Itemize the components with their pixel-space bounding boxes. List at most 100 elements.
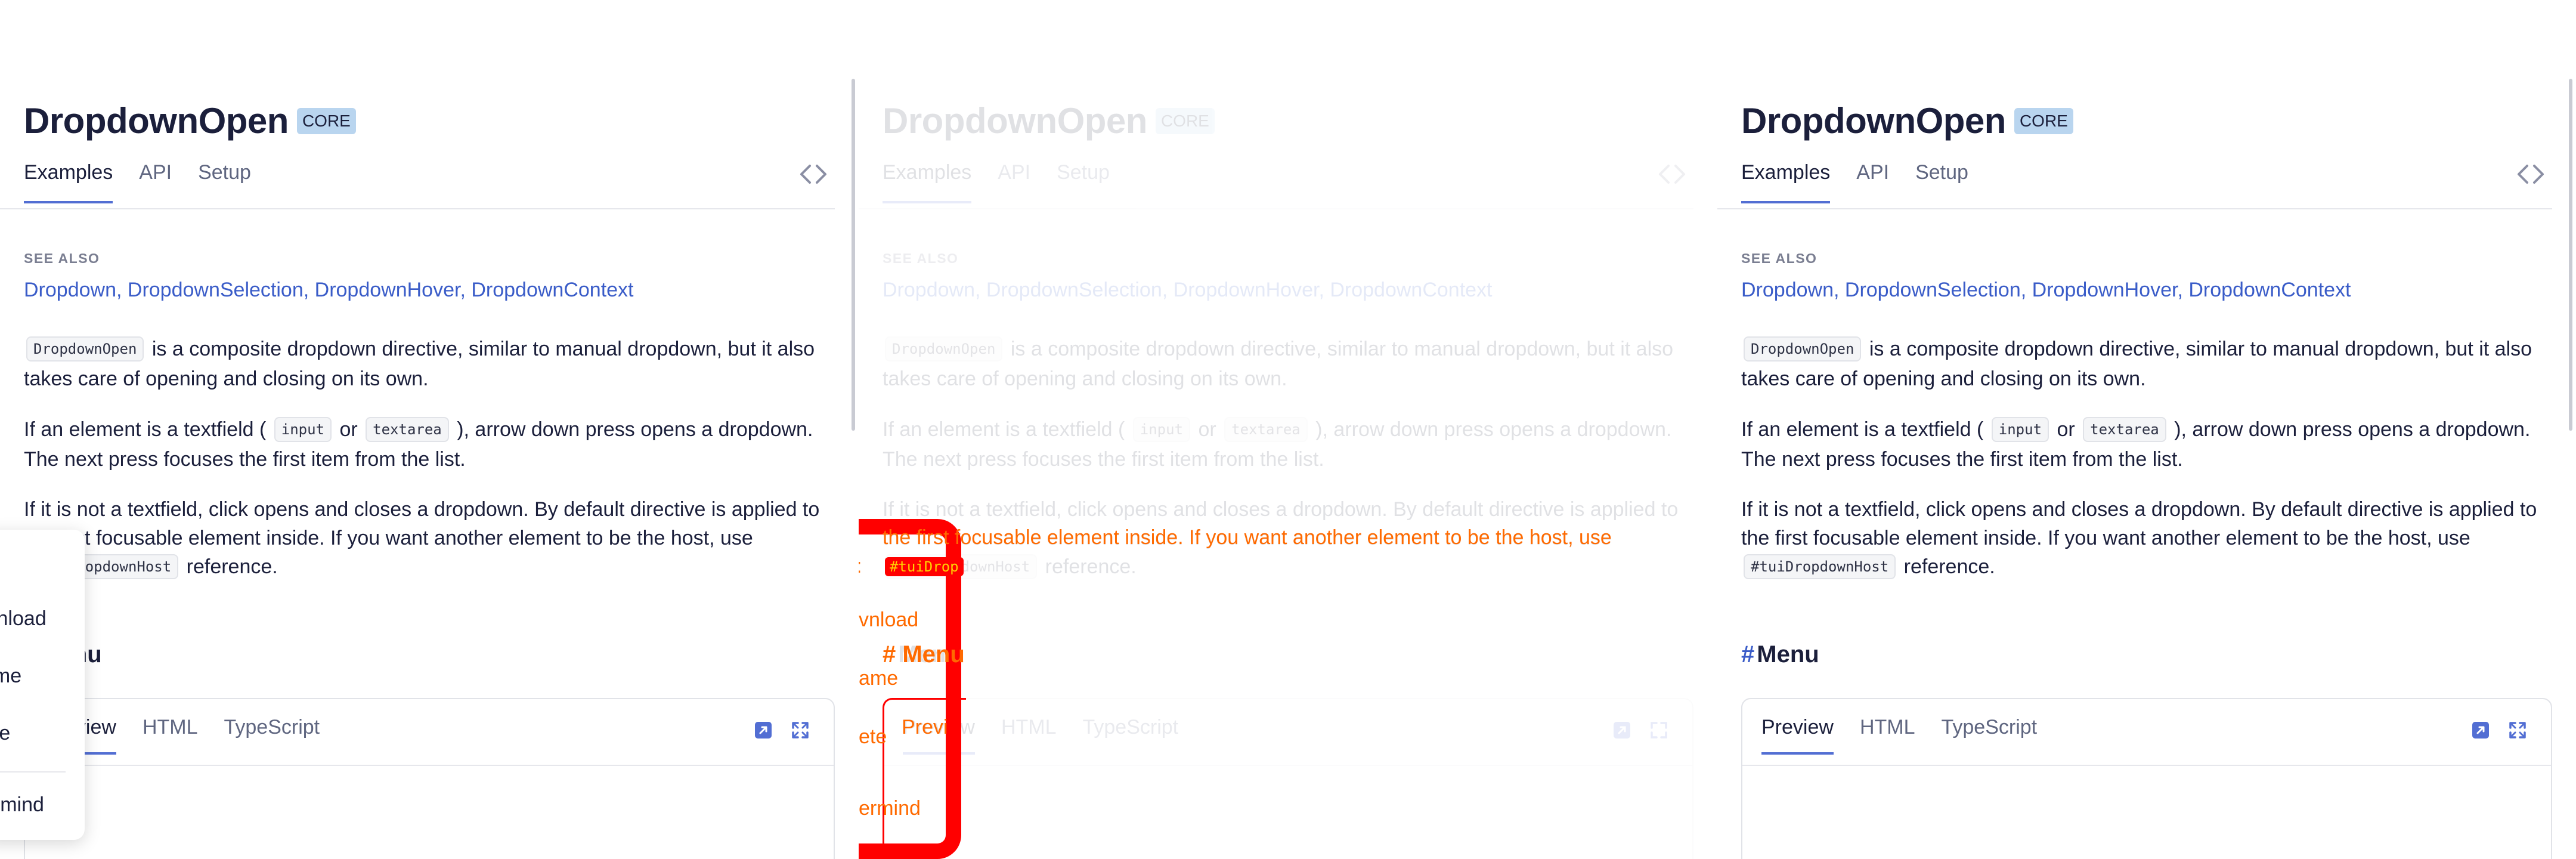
page-content: DropdownOpen CORE Examples API Setup SEE… <box>0 0 859 859</box>
title-row: DropdownOpen CORE <box>1741 100 2073 141</box>
paragraph-textfield: If an element is a textfield ( input or … <box>883 415 1693 474</box>
link-dropdown[interactable]: Dropdown <box>24 279 116 301</box>
tab-examples[interactable]: Examples <box>883 161 972 203</box>
core-badge: CORE <box>2014 107 2073 134</box>
paragraph-text: If an element is a textfield ( <box>883 418 1125 441</box>
tab-setup[interactable]: Setup <box>198 161 251 203</box>
code-dropdown-host: #tuiDropdownHost <box>885 554 1038 579</box>
link-dropdown-hover[interactable]: DropdownHover <box>315 279 460 301</box>
fullscreen-icon[interactable] <box>2508 721 2527 740</box>
panel-middle: DropdownOpen CORE Examples API Setup SEE… <box>859 0 1717 859</box>
link-dropdown-hover[interactable]: DropdownHover <box>2032 279 2178 301</box>
fullscreen-icon[interactable] <box>1649 721 1668 740</box>
link-dropdown[interactable]: Dropdown <box>1741 279 1834 301</box>
example-divider <box>1742 765 2551 766</box>
see-also-links: Dropdown, DropdownSelection, DropdownHov… <box>24 279 634 302</box>
example-divider <box>884 765 1692 766</box>
tabs-divider <box>0 208 835 209</box>
dropdown-item-remind[interactable]: ermind <box>0 793 44 817</box>
code-textarea: textarea <box>1224 417 1308 442</box>
tab-preview[interactable]: Preview <box>903 716 975 755</box>
example-card: Preview HTML TypeScript <box>883 698 1693 859</box>
see-also-label: SEE ALSO <box>883 251 959 266</box>
title-row: DropdownOpen CORE <box>883 100 1215 141</box>
tab-typescript[interactable]: TypeScript <box>1942 716 2038 755</box>
example-actions <box>754 721 810 740</box>
paragraph-text: or <box>2057 418 2075 441</box>
scrollbar-thumb[interactable] <box>2569 79 2572 431</box>
page-tabs: Examples API Setup <box>883 161 1136 203</box>
dropdown-item-delete[interactable]: ete <box>0 722 10 745</box>
core-badge: CORE <box>1155 107 1215 134</box>
tab-setup[interactable]: Setup <box>1057 161 1110 203</box>
tab-setup[interactable]: Setup <box>1915 161 1968 203</box>
code-input: input <box>1991 417 2049 442</box>
paragraph-text: If an element is a textfield ( <box>24 418 267 441</box>
page-content: DropdownOpen CORE Examples API Setup SEE… <box>859 0 1717 859</box>
page-title: DropdownOpen <box>883 101 1147 141</box>
page-tabs: Examples API Setup <box>24 161 277 203</box>
tab-typescript[interactable]: TypeScript <box>224 716 320 755</box>
link-separator: , <box>460 279 466 301</box>
scrollbar-thumb[interactable] <box>852 79 855 431</box>
link-dropdown-hover[interactable]: DropdownHover <box>1174 279 1319 301</box>
code-dropdown-open: DropdownOpen <box>26 336 144 361</box>
link-dropdown-selection[interactable]: DropdownSelection <box>986 279 1162 301</box>
code-dropdown-host: #tuiDropdownHost <box>1744 554 1896 579</box>
example-tabs: Preview HTML TypeScript <box>903 716 1205 755</box>
link-dropdown-context[interactable]: DropdownContext <box>2188 279 2351 301</box>
link-dropdown-context[interactable]: DropdownContext <box>471 279 633 301</box>
title-row: DropdownOpen CORE <box>24 100 356 141</box>
example-tabs: Preview HTML TypeScript <box>1761 716 2063 755</box>
link-separator: , <box>1162 279 1168 301</box>
open-in-editor-icon[interactable] <box>1612 721 1631 740</box>
paragraph-description: DropdownOpen is a composite dropdown dir… <box>883 334 1693 394</box>
dropdown-separator <box>0 771 66 773</box>
code-toggle-icon[interactable] <box>2515 162 2546 186</box>
tab-typescript[interactable]: TypeScript <box>1083 716 1179 755</box>
link-separator: , <box>1318 279 1324 301</box>
link-dropdown-context[interactable]: DropdownContext <box>1330 279 1492 301</box>
section-title-menu: #Menu <box>883 641 961 668</box>
tab-html[interactable]: HTML <box>1860 716 1915 755</box>
page-title: DropdownOpen <box>24 101 289 141</box>
code-textarea: textarea <box>366 417 449 442</box>
tab-preview[interactable]: Preview <box>1761 716 1834 755</box>
dropdown-item-download[interactable]: wnload <box>0 607 47 631</box>
tab-api[interactable]: API <box>1856 161 1889 203</box>
open-in-editor-icon[interactable] <box>2471 721 2490 740</box>
core-badge: CORE <box>296 107 356 134</box>
section-title-menu: #Menu <box>1741 641 1819 668</box>
code-toggle-icon[interactable] <box>1657 162 1688 186</box>
code-dropdown-open: DropdownOpen <box>885 336 1003 361</box>
tab-html[interactable]: HTML <box>143 716 198 755</box>
paragraph-textfield: If an element is a textfield ( input or … <box>24 415 835 474</box>
paragraph-text: reference. <box>186 555 278 578</box>
tab-html[interactable]: HTML <box>1001 716 1057 755</box>
tab-examples[interactable]: Examples <box>24 161 113 203</box>
anchor-hash[interactable]: # <box>1741 641 1754 668</box>
link-dropdown-selection[interactable]: DropdownSelection <box>1845 279 2021 301</box>
tab-examples[interactable]: Examples <box>1741 161 1831 203</box>
link-dropdown-selection[interactable]: DropdownSelection <box>128 279 304 301</box>
section-title-text: Menu <box>898 641 961 668</box>
tabs-divider <box>1717 208 2552 209</box>
fullscreen-icon[interactable] <box>791 721 810 740</box>
panel-right: DropdownOpen CORE Examples API Setup SEE… <box>1717 0 2576 859</box>
link-dropdown[interactable]: Dropdown <box>883 279 975 301</box>
paragraph-description: DropdownOpen is a composite dropdown dir… <box>1741 334 2552 394</box>
code-textarea: textarea <box>2083 417 2166 442</box>
paragraph-text: If an element is a textfield ( <box>1741 418 1984 441</box>
example-actions <box>1612 721 1668 740</box>
anchor-hash[interactable]: # <box>883 641 896 668</box>
link-separator: , <box>1833 279 1840 301</box>
paragraph-text: or <box>339 418 358 441</box>
tabs-divider <box>859 208 1693 209</box>
paragraph-text: If it is not a textfield, click opens an… <box>24 498 820 549</box>
tab-api[interactable]: API <box>139 161 172 203</box>
open-in-editor-icon[interactable] <box>754 721 773 740</box>
code-dropdown-open: DropdownOpen <box>1744 336 1862 361</box>
dropdown-item-rename[interactable]: ame <box>0 665 21 688</box>
code-toggle-icon[interactable] <box>798 162 829 186</box>
tab-api[interactable]: API <box>998 161 1030 203</box>
